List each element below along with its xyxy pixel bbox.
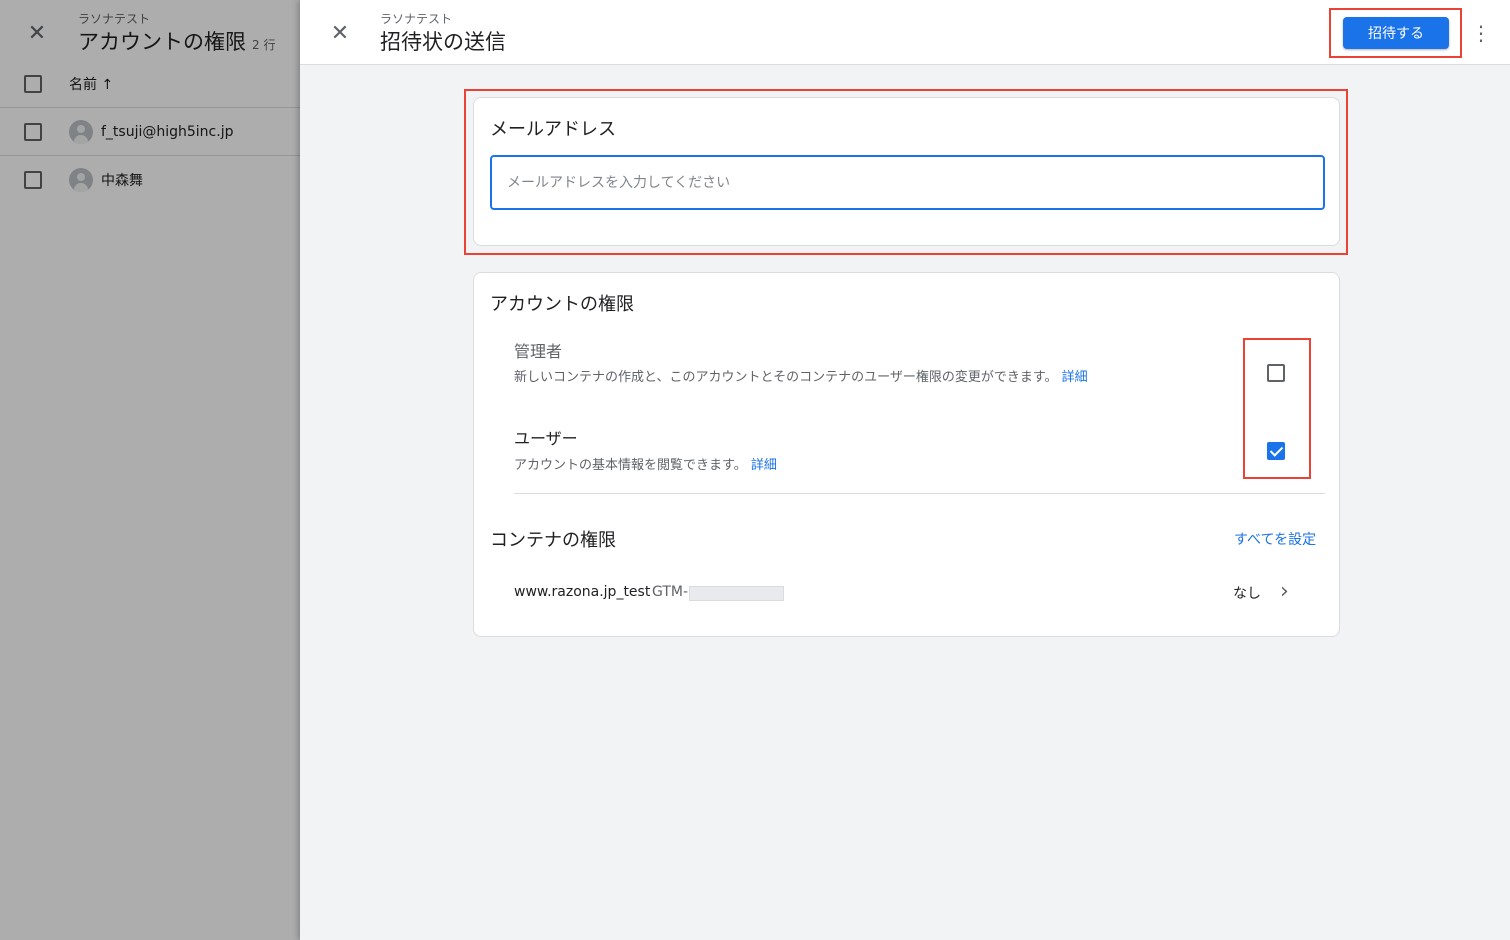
invite-sheet: ✕ ラソナテスト 招待状の送信 招待する ⋮ メールアドレス アカウントの権限 … — [300, 0, 1510, 940]
account-permissions-title: アカウントの権限 — [490, 294, 634, 315]
role-title-admin: 管理者 — [514, 342, 563, 361]
admin-details-link[interactable]: 詳細 — [1062, 370, 1088, 385]
container-row[interactable]: www.razona.jp_test GTM- なし › — [514, 573, 1314, 613]
permissions-card: アカウントの権限 管理者 新しいコンテナの作成と、このアカウントとそのコンテナの… — [473, 272, 1340, 637]
container-permissions-title: コンテナの権限 — [490, 530, 616, 551]
user-details-link[interactable]: 詳細 — [751, 458, 777, 473]
email-card: メールアドレス — [473, 97, 1340, 246]
container-name: www.razona.jp_test — [514, 584, 651, 600]
role-description-admin: 新しいコンテナの作成と、このアカウントとそのコンテナのユーザー権限の変更ができま… — [514, 368, 1134, 388]
divider — [514, 493, 1325, 494]
account-name: ラソナテスト — [380, 12, 453, 26]
close-icon[interactable]: ✕ — [329, 23, 351, 45]
user-checkbox[interactable] — [1267, 442, 1285, 460]
page-title: 招待状の送信 — [380, 30, 506, 54]
redacted-id — [689, 586, 784, 601]
admin-checkbox[interactable] — [1267, 364, 1285, 382]
email-card-title: メールアドレス — [490, 119, 616, 140]
sheet-header: ✕ ラソナテスト 招待状の送信 招待する ⋮ — [300, 0, 1510, 65]
role-description-user: アカウントの基本情報を閲覧できます。 詳細 — [514, 456, 1134, 476]
set-all-link[interactable]: すべてを設定 — [1234, 529, 1316, 549]
container-id: GTM- — [652, 584, 689, 600]
more-vert-icon[interactable]: ⋮ — [1470, 20, 1492, 46]
scrim-overlay[interactable] — [0, 0, 300, 940]
role-description-text: 新しいコンテナの作成と、このアカウントとそのコンテナのユーザー権限の変更ができま… — [514, 370, 1058, 385]
email-input[interactable] — [490, 155, 1325, 210]
role-description-text: アカウントの基本情報を閲覧できます。 — [514, 458, 747, 473]
invite-button[interactable]: 招待する — [1343, 17, 1449, 49]
role-title-user: ユーザー — [514, 429, 578, 448]
chevron-right-icon[interactable]: › — [1280, 580, 1294, 604]
container-permission-value: なし — [1233, 586, 1261, 602]
